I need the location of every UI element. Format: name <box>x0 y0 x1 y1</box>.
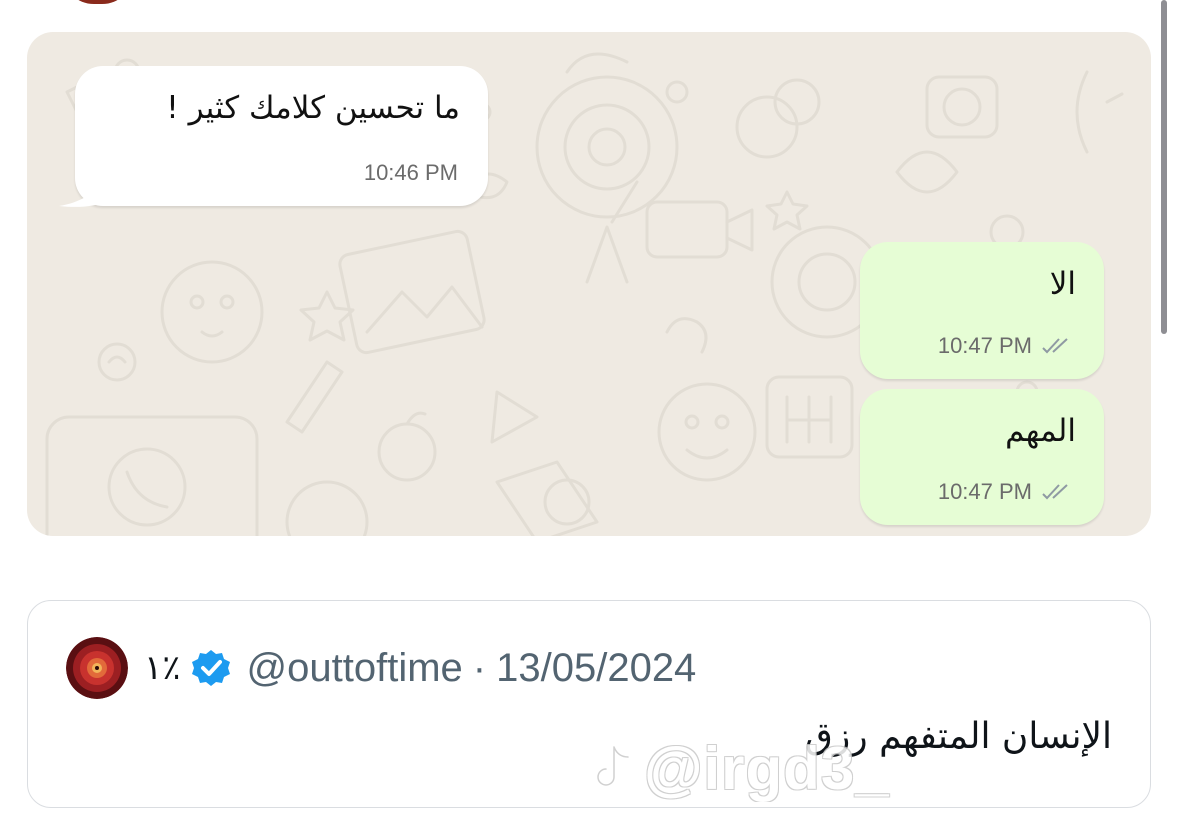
chat-screenshot: ما تحسين كلامك كثير ! 10:46 PM الا 10:47… <box>27 32 1151 536</box>
separator-dot: · <box>472 645 487 690</box>
incoming-message-bubble[interactable]: ما تحسين كلامك كثير ! 10:46 PM <box>75 66 488 206</box>
outgoing-message-bubble[interactable]: الا 10:47 PM <box>860 242 1104 379</box>
message-text: ما تحسين كلامك كثير ! <box>166 90 460 126</box>
message-time: 10:47 PM <box>937 479 1032 504</box>
verified-badge-icon <box>191 650 230 686</box>
message-text: المهم <box>1005 413 1076 449</box>
message-time: 10:47 PM <box>937 333 1032 358</box>
screenshot: ما تحسين كلامك كثير ! 10:46 PM الا 10:47… <box>0 0 1179 827</box>
double-check-icon <box>1042 338 1068 354</box>
tweet-card[interactable]: ١٪ @outtoftime · 13/05/2024 الإنسان المت… <box>27 600 1151 808</box>
message-meta: 10:47 PM <box>938 479 1074 505</box>
watermark-text: @irgd3_ <box>644 734 890 802</box>
message-text: الا <box>1049 266 1076 302</box>
scrollbar[interactable] <box>1161 0 1167 334</box>
tiktok-logo-icon <box>595 744 631 788</box>
handle[interactable]: @outtoftime <box>247 646 463 691</box>
double-check-icon <box>1042 484 1068 500</box>
tweet-header: ١٪ @outtoftime · 13/05/2024 <box>66 637 696 699</box>
profile-avatar-cropped <box>62 0 134 4</box>
avatar[interactable] <box>66 637 128 699</box>
tiktok-watermark: @irgd3_ <box>590 728 890 808</box>
message-time: 10:46 PM <box>363 160 458 185</box>
message-meta: 10:46 PM <box>364 160 458 186</box>
message-meta: 10:47 PM <box>938 333 1074 359</box>
display-name[interactable]: ١٪ <box>144 648 181 688</box>
incoming-bubble-tail <box>59 177 107 207</box>
tweet-date[interactable]: 13/05/2024 <box>496 646 696 691</box>
outgoing-message-bubble[interactable]: المهم 10:47 PM <box>860 389 1104 525</box>
